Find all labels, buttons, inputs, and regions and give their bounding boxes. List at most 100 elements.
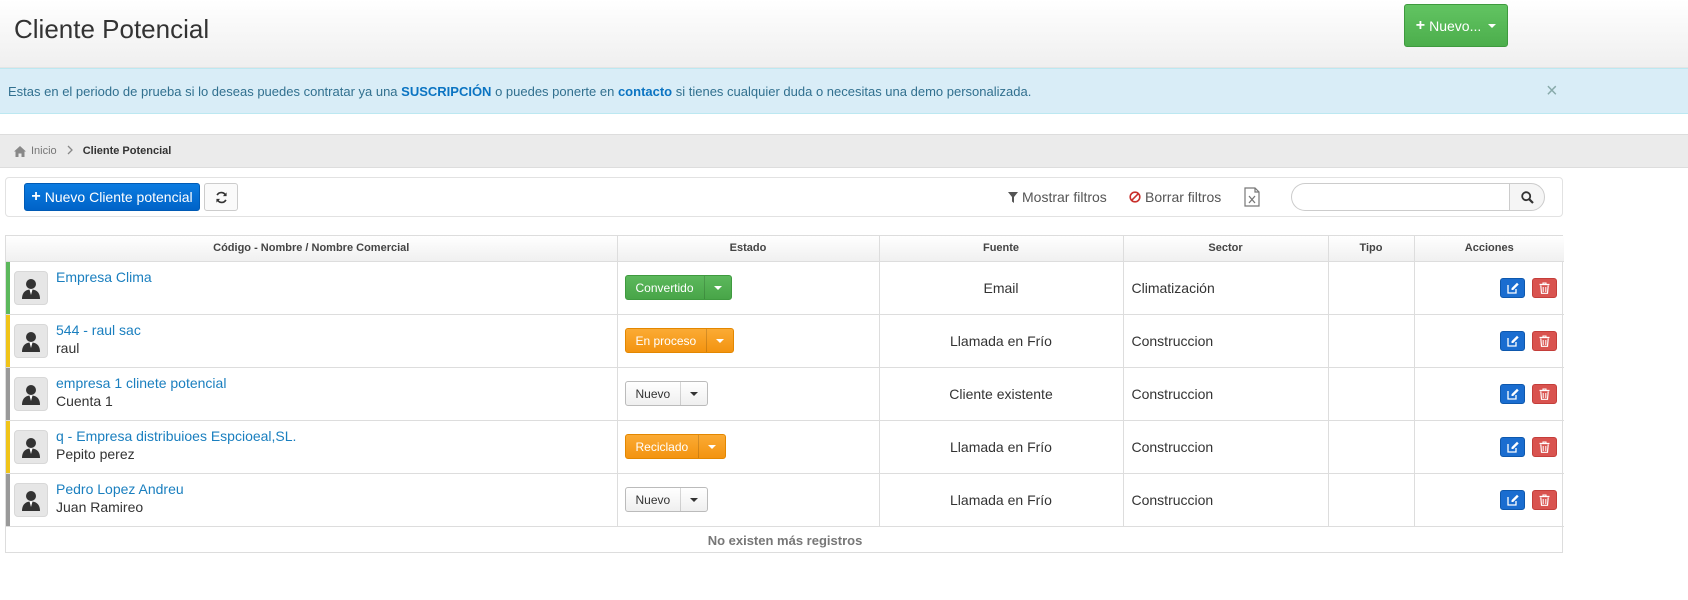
trial-alert: Estas en el periodo de prueba si lo dese… — [0, 68, 1688, 114]
estado-cell: En proceso — [617, 314, 880, 368]
edit-button[interactable] — [1500, 383, 1526, 404]
caret-down-icon — [1488, 23, 1497, 28]
excel-export-icon — [1244, 187, 1260, 207]
fuente-cell: Llamada en Frío — [879, 314, 1124, 368]
trash-icon — [1539, 387, 1550, 400]
lead-name-link[interactable]: Empresa Clima — [56, 268, 152, 286]
estado-cell: Reciclado — [617, 420, 880, 474]
edit-icon — [1506, 335, 1519, 347]
name-cell: Empresa Clima — [6, 261, 618, 315]
page-title: Cliente Potencial — [14, 14, 210, 44]
edit-icon — [1506, 494, 1519, 506]
clear-filters-button[interactable]: Borrar filtros — [1129, 189, 1221, 205]
lead-name-link[interactable]: empresa 1 clinete potencial — [56, 374, 226, 392]
tipo-cell — [1328, 314, 1415, 368]
status-label: En proceso — [635, 333, 697, 348]
edit-button[interactable] — [1500, 489, 1526, 510]
edit-icon — [1506, 441, 1519, 453]
alert-text-middle: o puedes ponerte en — [491, 83, 618, 99]
leads-table: Código - Nombre / Nombre Comercial Estad… — [5, 235, 1564, 554]
column-header-tipo[interactable]: Tipo — [1328, 236, 1415, 262]
show-filters-button[interactable]: Mostrar filtros — [1008, 189, 1107, 205]
tipo-cell — [1328, 473, 1415, 527]
lead-name-link[interactable]: 544 - raul sac — [56, 321, 141, 339]
alert-text-before: Estas en el periodo de prueba si lo dese… — [8, 83, 402, 99]
new-dropdown-button[interactable]: + Nuevo... — [1404, 4, 1508, 47]
chevron-down-icon[interactable] — [703, 276, 731, 299]
delete-button[interactable] — [1532, 383, 1557, 404]
refresh-button[interactable] — [204, 183, 238, 211]
status-dropdown[interactable]: Nuevo — [624, 487, 709, 512]
column-header-name[interactable]: Código - Nombre / Nombre Comercial — [6, 236, 618, 262]
breadcrumb-home-label: Inicio — [31, 145, 57, 157]
subscription-link[interactable]: SUSCRIPCIÓN — [401, 84, 491, 99]
lead-subtitle: Juan Ramireo — [56, 498, 144, 515]
column-header-sector[interactable]: Sector — [1123, 236, 1329, 262]
tipo-cell — [1328, 367, 1415, 421]
chevron-down-icon[interactable] — [680, 488, 707, 511]
plus-icon: + — [1415, 16, 1426, 34]
sector-cell: Construccion — [1123, 473, 1329, 527]
search-input[interactable] — [1291, 183, 1510, 211]
status-stripe — [6, 473, 10, 526]
lead-name-link[interactable]: q - Empresa distribuioes Espcioeal,SL. — [56, 427, 296, 445]
export-excel-button[interactable] — [1244, 187, 1260, 212]
breadcrumb-home[interactable]: Inicio — [14, 145, 57, 157]
lead-name-link[interactable]: Pedro Lopez Andreu — [56, 480, 184, 498]
fuente-cell: Cliente existente — [879, 367, 1124, 421]
filter-icon — [1008, 191, 1018, 203]
name-cell: Pedro Lopez Andreu Juan Ramireo — [6, 473, 618, 527]
user-avatar-icon — [14, 429, 48, 464]
delete-button[interactable] — [1532, 436, 1557, 457]
trash-icon — [1539, 440, 1550, 453]
lead-subtitle: Cuenta 1 — [56, 392, 113, 409]
name-cell: empresa 1 clinete potencial Cuenta 1 — [6, 367, 618, 421]
fuente-cell: Email — [879, 261, 1124, 315]
delete-button[interactable] — [1532, 277, 1557, 298]
page-header: Cliente Potencial + Nuevo... — [0, 0, 1688, 68]
actions-cell — [1414, 473, 1564, 527]
edit-icon — [1506, 388, 1519, 400]
breadcrumb: Inicio Cliente Potencial — [0, 134, 1688, 168]
status-dropdown[interactable]: En proceso — [624, 328, 735, 353]
delete-button[interactable] — [1532, 330, 1557, 351]
table-row: 544 - raul sac raul En proceso Llamada e… — [6, 314, 1564, 368]
status-label: Reciclado — [635, 439, 689, 454]
table-footer: No existen más registros — [6, 526, 1564, 554]
no-more-records: No existen más registros — [707, 532, 863, 548]
user-avatar-icon — [14, 376, 48, 411]
close-icon[interactable]: × — [1546, 80, 1558, 103]
status-label: Nuevo — [635, 386, 671, 401]
table-row: Pedro Lopez Andreu Juan Ramireo Nuevo Ll… — [6, 473, 1564, 527]
chevron-down-icon[interactable] — [698, 435, 725, 458]
column-header-acciones: Acciones — [1414, 236, 1564, 262]
user-avatar-icon — [14, 323, 48, 358]
chevron-down-icon[interactable] — [680, 382, 707, 405]
edit-button[interactable] — [1500, 436, 1526, 457]
estado-cell: Nuevo — [617, 367, 880, 421]
column-header-fuente[interactable]: Fuente — [879, 236, 1124, 262]
status-dropdown[interactable]: Reciclado — [624, 434, 727, 459]
status-label: Convertido — [635, 280, 694, 295]
new-dropdown-label: Nuevo... — [1429, 17, 1482, 34]
status-stripe — [6, 314, 10, 367]
lead-subtitle: raul — [56, 339, 80, 356]
alert-text-after: si tienes cualquier duda o necesitas una… — [672, 83, 1032, 99]
status-dropdown[interactable]: Nuevo — [624, 381, 709, 406]
contact-link[interactable]: contacto — [618, 84, 672, 99]
search-icon — [1520, 190, 1534, 204]
chevron-down-icon[interactable] — [706, 329, 733, 352]
status-dropdown[interactable]: Convertido — [624, 275, 732, 300]
status-stripe — [6, 420, 10, 473]
actions-cell — [1414, 420, 1564, 474]
edit-button[interactable] — [1500, 277, 1526, 298]
trash-icon — [1539, 493, 1550, 506]
column-header-estado[interactable]: Estado — [617, 236, 880, 262]
search-button[interactable] — [1509, 183, 1545, 211]
edit-button[interactable] — [1500, 330, 1526, 351]
delete-button[interactable] — [1532, 489, 1557, 510]
refresh-icon — [215, 191, 227, 203]
status-label: Nuevo — [635, 492, 671, 507]
plus-icon: + — [31, 188, 41, 205]
new-lead-button[interactable]: + Nuevo Cliente potencial — [24, 183, 200, 211]
